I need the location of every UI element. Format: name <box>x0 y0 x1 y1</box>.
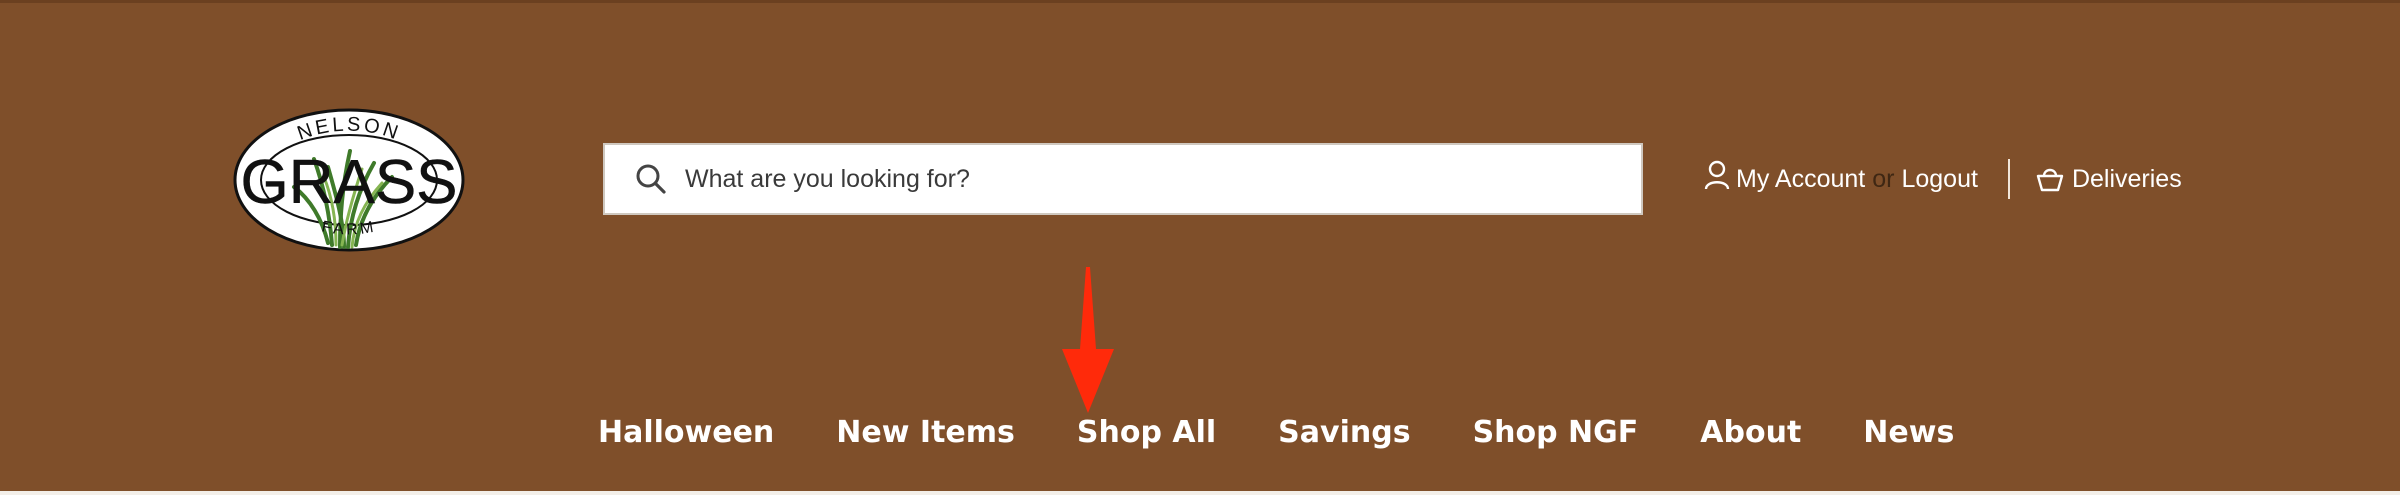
basket-icon[interactable] <box>2036 165 2064 193</box>
nav-item-new-items[interactable]: New Items <box>836 415 1015 450</box>
nav-item-shop-all[interactable]: Shop All <box>1077 415 1216 450</box>
account-divider <box>2007 159 2010 199</box>
site-header: GRASS NELSON FARM My Account or Logo <box>0 0 2400 491</box>
user-icon[interactable] <box>1704 160 1730 190</box>
or-separator: or <box>1872 164 1895 193</box>
deliveries-link[interactable]: Deliveries <box>2072 165 2182 194</box>
nav-item-shop-ngf[interactable]: Shop NGF <box>1473 415 1639 450</box>
search-input[interactable] <box>683 163 1587 195</box>
nav-item-about[interactable]: About <box>1700 415 1801 450</box>
search-bar[interactable] <box>603 143 1643 215</box>
logout-link[interactable]: Logout <box>1901 165 1977 194</box>
my-account-link[interactable]: My Account <box>1736 165 1865 194</box>
nav-item-savings[interactable]: Savings <box>1278 415 1410 450</box>
header-bottom-border <box>0 491 2400 495</box>
search-icon[interactable] <box>635 162 669 196</box>
nav-item-news[interactable]: News <box>1863 415 1954 450</box>
account-links: My Account or Logout Deliveries <box>1704 157 2182 201</box>
red-arrow-annotation <box>1058 267 1118 413</box>
logo-image: GRASS NELSON FARM <box>233 108 465 252</box>
nelson-grass-farm-logo[interactable]: GRASS NELSON FARM <box>232 107 466 253</box>
main-navigation: Halloween New Items Shop All Savings Sho… <box>598 415 1954 450</box>
logo-main-text: GRASS <box>240 148 457 217</box>
nav-item-halloween[interactable]: Halloween <box>598 415 774 450</box>
